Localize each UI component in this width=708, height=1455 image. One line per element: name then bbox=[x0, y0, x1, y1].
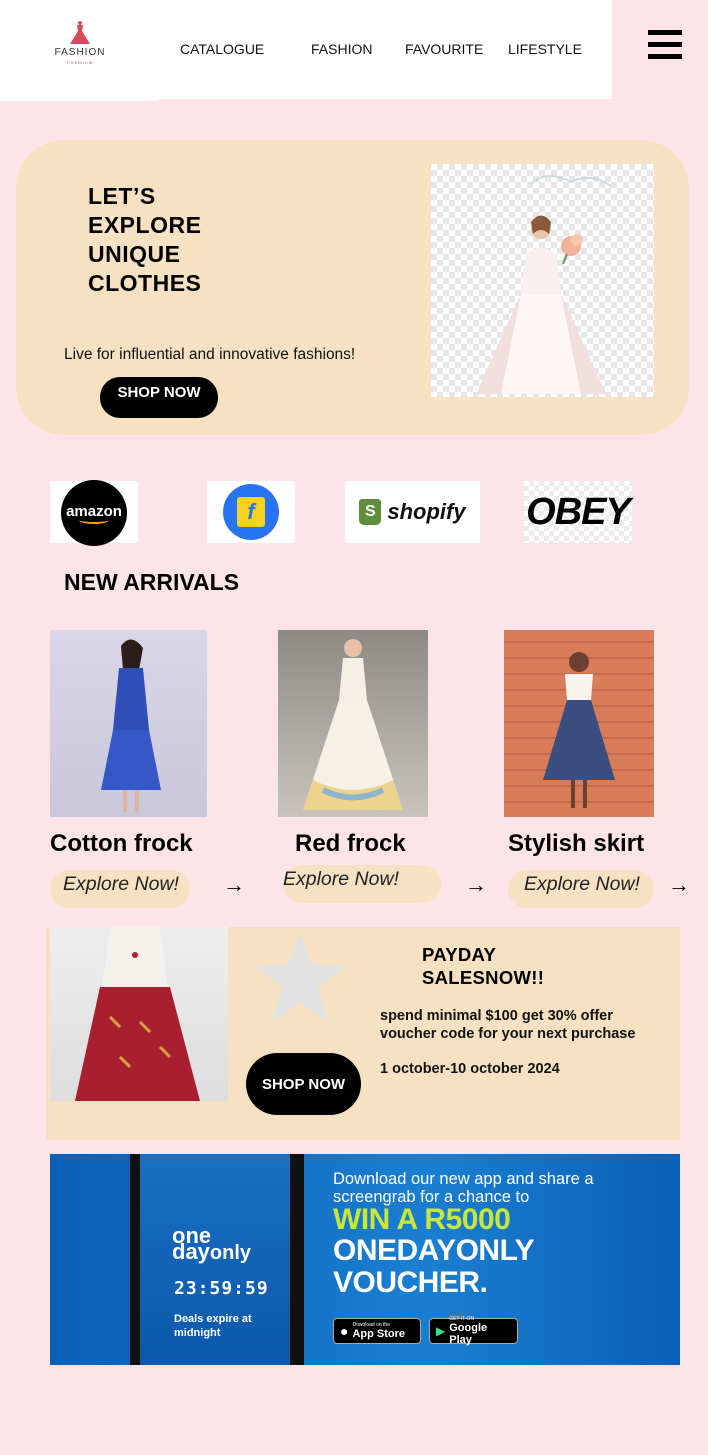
skirt-figure bbox=[543, 652, 615, 808]
payday-product-image[interactable] bbox=[50, 927, 228, 1101]
app-store-label: Download on the App Store bbox=[352, 1322, 405, 1340]
obey-logo[interactable]: OBEY bbox=[524, 481, 632, 543]
phone-frame-left bbox=[130, 1154, 140, 1365]
hero-tagline: Live for influential and innovative fash… bbox=[64, 346, 356, 363]
red-skirt-figure bbox=[75, 927, 200, 1101]
logo-subtext: PREMIUM bbox=[67, 60, 93, 65]
payday-offer-text: spend minimal $100 get 30% offer voucher… bbox=[380, 1008, 636, 1042]
countdown-timer: 23:59:59 bbox=[174, 1278, 269, 1299]
deals-expire-text: Deals expire at midnight bbox=[174, 1313, 252, 1339]
flipkart-bag-icon: f bbox=[237, 497, 265, 527]
flipkart-logo[interactable]: f bbox=[207, 481, 295, 543]
nav-lifestyle[interactable]: LIFESTYLE bbox=[508, 41, 582, 57]
phone-frame-right bbox=[290, 1154, 304, 1365]
product-name: Red frock bbox=[295, 830, 406, 857]
shopify-logo[interactable]: S shopify bbox=[345, 481, 480, 543]
payday-title-line: SALESNOW!! bbox=[422, 967, 545, 988]
new-arrivals-title: NEW ARRIVALS bbox=[64, 569, 240, 595]
play-icon: ▶ bbox=[436, 1324, 446, 1338]
blue-dress-figure bbox=[100, 639, 161, 812]
logo-word: day bbox=[172, 1239, 210, 1264]
amazon-badge: amazon bbox=[61, 480, 127, 546]
banner-subtitle: Download our new app and share a screeng… bbox=[333, 1170, 594, 1206]
nav-fashion[interactable]: FASHION bbox=[311, 41, 372, 57]
product-image-stylish-skirt[interactable] bbox=[504, 630, 654, 817]
logo-word: only bbox=[209, 1242, 252, 1264]
floral-dress-figure bbox=[303, 639, 403, 810]
payday-date: 1 october-10 october 2024 bbox=[380, 1061, 560, 1077]
bride-illustration bbox=[476, 175, 612, 394]
flipkart-badge: f bbox=[223, 484, 279, 540]
google-play-label: GET IT ON Google Play bbox=[449, 1316, 511, 1346]
obey-wordmark: OBEY bbox=[526, 490, 631, 533]
arrow-right-icon[interactable]: → bbox=[465, 872, 487, 898]
hero-title-line: CLOTHES bbox=[88, 270, 202, 296]
explore-now-button[interactable]: Explore Now! bbox=[508, 870, 654, 908]
banner-headline-green: WIN A R5000 bbox=[333, 1203, 511, 1236]
arrow-right-icon[interactable]: → bbox=[668, 872, 690, 898]
google-play-text: Google Play bbox=[449, 1322, 488, 1346]
app-store-button[interactable]: ● Download on the App Store bbox=[333, 1318, 421, 1344]
payday-title-line: PAYDAY bbox=[422, 944, 497, 965]
shopify-bag-icon: S bbox=[359, 499, 382, 525]
hero-bride-image bbox=[431, 164, 654, 397]
payday-shop-now-button[interactable]: SHOP NOW bbox=[246, 1053, 361, 1115]
banner-headline-white: ONEDAYONLY VOUCHER. bbox=[333, 1234, 535, 1299]
star-icon bbox=[254, 932, 346, 1022]
amazon-logo[interactable]: amazon bbox=[50, 480, 138, 546]
hero-title-line: UNIQUE bbox=[88, 241, 181, 267]
payday-title: PAYDAY SALESNOW!! bbox=[422, 943, 544, 989]
hero-title: LET’S EXPLORE UNIQUE CLOTHES bbox=[88, 182, 288, 298]
product-name: Cotton frock bbox=[50, 830, 193, 857]
product-image-cotton-frock[interactable] bbox=[50, 630, 207, 817]
explore-now-button[interactable]: Explore Now! bbox=[50, 870, 190, 908]
google-play-button[interactable]: ▶ GET IT ON Google Play bbox=[429, 1316, 518, 1346]
hero-title-line: EXPLORE bbox=[88, 212, 202, 238]
onedayonly-logo: one dayonly bbox=[172, 1225, 252, 1264]
nav-favourite[interactable]: FAVOURITE bbox=[405, 41, 483, 57]
amazon-smile-icon bbox=[79, 516, 109, 524]
headline-line: ONEDAYONLY bbox=[333, 1234, 535, 1267]
arrow-right-icon[interactable]: → bbox=[223, 872, 245, 898]
nav-catalogue[interactable]: CATALOGUE bbox=[180, 41, 264, 57]
shopify-wordmark: shopify bbox=[387, 499, 466, 524]
explore-now-button[interactable]: Explore Now! bbox=[283, 865, 441, 903]
dress-logo-icon bbox=[70, 21, 90, 44]
headline-line: VOUCHER. bbox=[333, 1266, 488, 1299]
product-image-red-frock[interactable] bbox=[278, 630, 428, 817]
menu-icon[interactable] bbox=[648, 30, 682, 64]
apple-icon: ● bbox=[340, 1323, 349, 1339]
hero-title-line: LET’S bbox=[88, 183, 156, 209]
app-store-text: App Store bbox=[352, 1328, 406, 1340]
hero-shop-now-button[interactable]: SHOP NOW bbox=[100, 377, 218, 418]
logo-text: FASHION bbox=[54, 47, 106, 58]
product-name: Stylish skirt bbox=[508, 830, 645, 857]
